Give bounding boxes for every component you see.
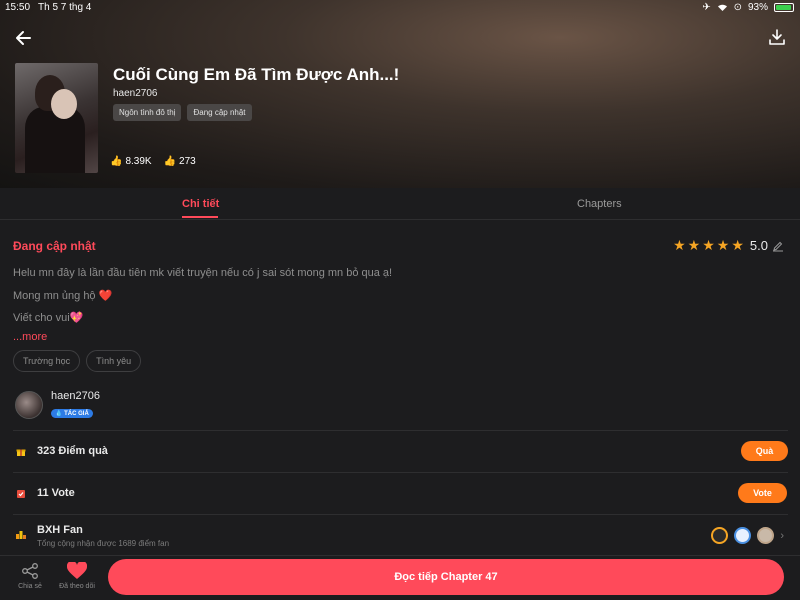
rating[interactable]: ★ ★ ★ ★ ★ 5.0 bbox=[673, 237, 784, 254]
vote-row: 11 Vote Vote bbox=[13, 472, 788, 514]
bottom-action-bar: Chia sẻ Đã theo dõi Đọc tiếp Chapter 47 bbox=[0, 555, 800, 600]
fan-avatar bbox=[711, 527, 729, 544]
fan-ranking-title: BXH Fan bbox=[37, 524, 83, 536]
story-author[interactable]: haen2706 bbox=[113, 88, 158, 99]
story-status: Đang cập nhật bbox=[13, 239, 96, 253]
lock-rotation-icon: ⊙ bbox=[733, 2, 742, 13]
author-badge-text: TÁC GIẢ bbox=[64, 411, 89, 417]
follow-label: Đã theo dõi bbox=[59, 583, 95, 590]
votes-count: 273 bbox=[179, 156, 196, 167]
chevron-right-icon: › bbox=[780, 529, 784, 542]
follow-button[interactable]: Đã theo dõi bbox=[57, 562, 97, 590]
share-label: Chia sẻ bbox=[18, 583, 42, 590]
star-icon: ★ bbox=[702, 237, 715, 253]
rating-value: 5.0 bbox=[749, 238, 768, 253]
tag-genre[interactable]: Ngôn tình đô thị bbox=[113, 104, 182, 121]
gift-row: 323 Điểm quà Quà bbox=[13, 430, 788, 472]
fan-ranking-subtitle: Tổng cộng nhận được 1689 điểm fan bbox=[37, 539, 170, 548]
fan-avatar bbox=[757, 527, 775, 544]
share-icon bbox=[22, 563, 38, 579]
likes-stat: 👍 8.39K bbox=[110, 156, 152, 167]
podium-icon bbox=[16, 531, 26, 539]
fan-ranking-row[interactable]: BXH Fan Tổng cộng nhận được 1689 điểm fa… bbox=[13, 514, 788, 555]
tab-detail[interactable]: Chi tiết bbox=[182, 198, 219, 210]
author-card-name: haen2706 bbox=[51, 390, 100, 402]
chip-school[interactable]: Trường học bbox=[13, 350, 81, 372]
chip-love[interactable]: Tình yêu bbox=[86, 350, 142, 372]
airplane-icon: ✈ bbox=[702, 2, 711, 13]
star-icon: ★ bbox=[673, 237, 686, 253]
story-tags: Ngôn tình đô thị Đang cập nhật bbox=[113, 104, 252, 121]
gift-points: 323 Điểm quà bbox=[37, 445, 108, 457]
likes-count: 8.39K bbox=[125, 156, 152, 167]
description-line: Helu mn đây là lần đầu tiên mk viết truy… bbox=[13, 267, 393, 279]
continue-reading-button[interactable]: Đọc tiếp Chapter 47 bbox=[108, 559, 784, 595]
back-arrow-icon[interactable] bbox=[14, 28, 34, 48]
topic-chips: Trường học Tình yêu bbox=[13, 350, 142, 372]
star-icon: ★ bbox=[716, 237, 730, 253]
thumbs-up-icon: 👍 bbox=[110, 156, 123, 167]
heart-icon bbox=[67, 562, 87, 579]
more-link[interactable]: ...more bbox=[13, 331, 47, 343]
vote-thumb-icon: 👍 bbox=[163, 156, 177, 167]
vote-icon bbox=[17, 490, 25, 498]
gift-button[interactable]: Quà bbox=[741, 441, 788, 461]
fan-avatar bbox=[734, 527, 752, 544]
wifi-icon bbox=[717, 4, 727, 11]
story-title: Cuối Cùng Em Đã Tìm Được Anh...! bbox=[113, 65, 400, 84]
vote-count: 11 Vote bbox=[37, 487, 75, 499]
description-line: Mong mn ủng hộ ❤️ bbox=[13, 290, 113, 302]
status-bar: 15:50 Th 5 7 thg 4 ✈ ⊙ 93% bbox=[0, 0, 800, 16]
battery-percent: 93% bbox=[747, 2, 768, 13]
story-header: 15:50 Th 5 7 thg 4 ✈ ⊙ 93% Cuối Cùng Em … bbox=[0, 0, 800, 188]
battery-icon bbox=[774, 3, 794, 12]
active-tab-indicator bbox=[182, 216, 218, 218]
share-button[interactable]: Chia sẻ bbox=[10, 562, 50, 590]
status-date: Th 5 7 thg 4 bbox=[38, 2, 92, 13]
tab-bar: Chi tiết Chapters bbox=[0, 188, 800, 220]
vote-button[interactable]: Vote bbox=[738, 483, 787, 503]
star-icon: ★ bbox=[731, 237, 744, 253]
gift-icon bbox=[16, 449, 26, 456]
tab-chapters[interactable]: Chapters bbox=[577, 198, 622, 210]
author-card[interactable]: haen2706 💧 TÁC GIẢ bbox=[15, 390, 100, 420]
author-avatar[interactable] bbox=[15, 391, 43, 419]
author-badge: 💧 TÁC GIẢ bbox=[51, 409, 93, 418]
edit-icon[interactable] bbox=[772, 240, 784, 252]
download-icon[interactable] bbox=[768, 28, 786, 46]
status-time: 15:50 bbox=[5, 2, 31, 13]
tag-status[interactable]: Đang cập nhật bbox=[187, 104, 252, 121]
star-icon: ★ bbox=[687, 237, 701, 253]
votes-stat: 👍 273 bbox=[164, 156, 196, 167]
story-cover[interactable] bbox=[15, 63, 98, 173]
fan-avatars: › bbox=[711, 527, 784, 544]
description-line: Viết cho vui💖 bbox=[13, 312, 84, 324]
story-stats: 👍 8.39K 👍 273 bbox=[110, 156, 196, 167]
